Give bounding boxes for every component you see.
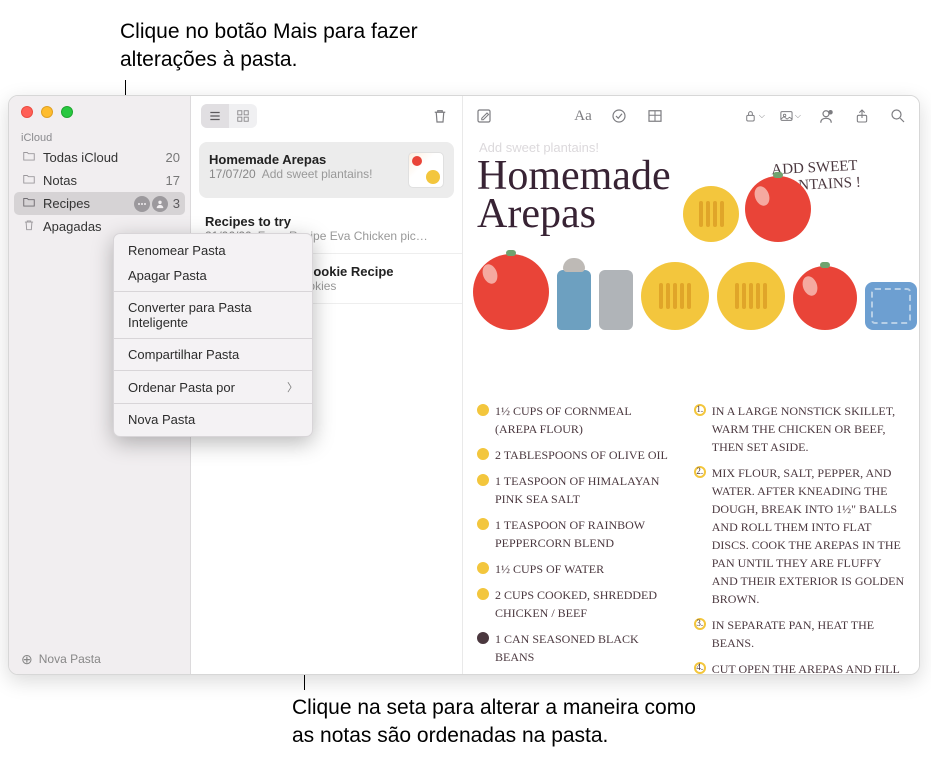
list-toolbar [191,96,462,136]
media-button[interactable]: ⌵ [779,105,801,127]
menu-sort-folder-by[interactable]: Ordenar Pasta por 〉 [114,374,312,400]
menu-rename-folder[interactable]: Renomear Pasta [114,238,312,263]
gallery-view-button[interactable] [229,104,257,128]
sidebar-item-label: Todas iCloud [43,150,118,165]
callout-top: Clique no botão Mais para fazer alteraçõ… [120,18,450,75]
menu-separator [114,338,312,339]
plus-circle-icon: ⊕ [21,652,33,666]
folder-context-menu: Renomear Pasta Apagar Pasta Converter pa… [113,233,313,437]
step-number-icon: 4. [694,662,706,674]
menu-separator [114,403,312,404]
ingredient-list: 1½ CUPS OF CORNMEAL (AREPA FLOUR) 2 TABL… [477,402,676,674]
step-number-icon: 1. [694,404,706,416]
folder-icon [21,195,37,212]
illustrations [683,176,811,242]
note-item-title: Recipes to try [205,214,452,229]
zoom-window-button[interactable] [61,106,73,118]
arepa-illustration [717,262,785,330]
checklist-button[interactable] [608,105,630,127]
tomato-illustration [793,266,857,330]
note-item-arepas[interactable]: Homemade Arepas 17/07/20Add sweet planta… [199,142,454,198]
new-folder-label: Nova Pasta [39,652,101,666]
sidebar-item-notas[interactable]: Notas 17 [9,169,190,192]
callout-bottom: Clique na seta para alterar a maneira co… [292,694,712,751]
note-item-title: Homemade Arepas [209,152,398,167]
sidebar-item-count: 3 [173,196,180,211]
sidebar-item-label: Apagadas [43,219,102,234]
tomato-illustration [745,176,811,242]
more-icon[interactable] [134,196,150,212]
step-number-icon: 2. [694,466,706,478]
sidebar-item-count: 20 [166,150,180,165]
sidebar-section-header: iCloud [9,126,190,146]
illustrations-row-2 [473,254,917,330]
menu-delete-folder[interactable]: Apagar Pasta [114,263,312,288]
menu-share-folder[interactable]: Compartilhar Pasta [114,342,312,367]
bullet-icon [477,448,489,460]
trash-icon [21,218,37,235]
compose-button[interactable] [473,105,495,127]
step-number-icon: 3. [694,618,706,630]
bullet-icon [477,632,489,644]
sidebar-item-recipes[interactable]: Recipes 3 [14,192,185,215]
arepa-illustration [683,186,739,242]
table-button[interactable] [644,105,666,127]
delete-note-button[interactable] [428,104,452,128]
steps-list: 1.IN A LARGE NONSTICK SKILLET, WARM THE … [694,402,909,674]
note-first-line: Add sweet plantains! [479,140,599,155]
folder-icon [21,149,37,166]
bullet-icon [477,562,489,574]
bullet-icon [477,518,489,530]
menu-convert-smart-folder[interactable]: Converter para Pasta Inteligente [114,295,312,335]
pepper-illustration [599,270,633,330]
menu-new-folder[interactable]: Nova Pasta [114,407,312,432]
minimize-window-button[interactable] [41,106,53,118]
format-button[interactable]: Aa [572,105,594,127]
note-canvas[interactable]: Add sweet plantains! HomemadeArepas ADD … [463,136,919,674]
folder-icon [21,172,37,189]
search-button[interactable] [887,105,909,127]
tomato-illustration [473,254,549,330]
menu-separator [114,291,312,292]
sidebar-item-label: Recipes [43,196,90,211]
sidebar-item-all-icloud[interactable]: Todas iCloud 20 [9,146,190,169]
chevron-right-icon: 〉 [287,379,298,395]
view-toggle [201,104,257,128]
list-view-button[interactable] [201,104,229,128]
sidebar-item-label: Notas [43,173,77,188]
container-illustration [865,282,917,330]
new-folder-button[interactable]: ⊕ Nova Pasta [9,644,190,674]
collaborate-button[interactable] [815,105,837,127]
bullet-icon [477,404,489,416]
note-item-sub: 17/07/20Add sweet plantains! [209,167,398,181]
shared-folder-icon [152,196,168,212]
close-window-button[interactable] [21,106,33,118]
bullet-icon [477,474,489,486]
arepa-illustration [641,262,709,330]
window-controls [9,96,190,126]
lock-button[interactable]: ⌵ [743,105,765,127]
bullet-icon [477,588,489,600]
sidebar-item-count: 17 [166,173,180,188]
main-toolbar: Aa ⌵ ⌵ [463,96,919,136]
recipe-content: 1½ CUPS OF CORNMEAL (AREPA FLOUR) 2 TABL… [477,402,909,674]
menu-separator [114,370,312,371]
share-button[interactable] [851,105,873,127]
shaker-illustration [557,270,591,330]
note-thumbnail [408,152,444,188]
note-content-pane: Aa ⌵ ⌵ [463,96,919,674]
